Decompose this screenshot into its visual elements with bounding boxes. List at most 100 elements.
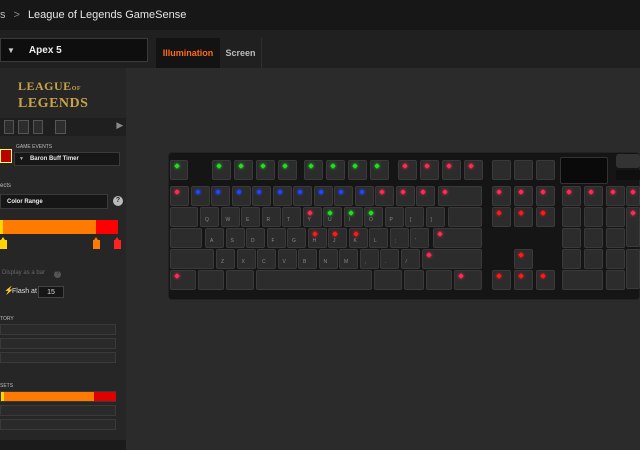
key-home-row[interactable]: D (246, 228, 265, 248)
color-stop-marker[interactable] (114, 237, 121, 249)
key-home-row[interactable]: A (205, 228, 224, 248)
key-number[interactable] (375, 186, 394, 206)
key-win[interactable] (198, 270, 224, 290)
key-space[interactable] (256, 270, 372, 290)
history-row[interactable] (0, 352, 116, 363)
history-row[interactable] (0, 338, 116, 349)
key-enter[interactable] (433, 228, 482, 248)
key-f11[interactable] (442, 160, 461, 180)
key-u[interactable]: U (323, 207, 342, 227)
key-number[interactable] (395, 186, 415, 206)
key-numpad[interactable] (584, 186, 603, 206)
key-shift-row[interactable]: / (400, 249, 420, 269)
key-q[interactable]: Q (200, 207, 219, 227)
key-numpad[interactable] (584, 249, 603, 269)
tab-illumination[interactable]: Illumination (156, 38, 220, 68)
key-f1[interactable] (212, 160, 231, 180)
key-number[interactable] (334, 186, 353, 206)
volume-roller[interactable] (616, 154, 640, 168)
key-y[interactable]: Y (302, 207, 322, 227)
key-up[interactable] (514, 249, 533, 269)
key-caps[interactable] (170, 228, 202, 248)
key-backspace[interactable] (438, 186, 482, 206)
key-number[interactable] (231, 186, 251, 206)
key-i[interactable]: I (343, 207, 363, 227)
key-home-row[interactable]: L (369, 228, 388, 248)
key-numpad[interactable] (584, 228, 603, 248)
key-numpad[interactable] (562, 228, 581, 248)
key-shift-row[interactable]: . (380, 249, 399, 269)
undo-icon[interactable] (54, 120, 67, 134)
key-end[interactable] (514, 207, 533, 227)
key-pause[interactable] (536, 160, 555, 180)
key-numpad[interactable] (562, 207, 581, 227)
key-delete[interactable] (492, 207, 511, 227)
key-home-row[interactable]: G (287, 228, 306, 248)
key-number[interactable] (170, 186, 189, 206)
key-tab[interactable] (170, 207, 198, 227)
key-numpad[interactable] (584, 207, 603, 227)
key-right[interactable] (536, 270, 555, 290)
key-t[interactable]: T (282, 207, 301, 227)
key-f3[interactable] (256, 160, 275, 180)
key-pagedown[interactable] (536, 207, 555, 227)
key-][interactable]: ] (425, 207, 445, 227)
key-r[interactable]: R (261, 207, 281, 227)
key-numpad[interactable] (562, 186, 581, 206)
preset-slot[interactable] (0, 405, 116, 416)
key-number[interactable] (252, 186, 271, 206)
key-[[interactable]: [ (405, 207, 424, 227)
key-number[interactable] (313, 186, 333, 206)
key-f9[interactable] (398, 160, 417, 180)
key-insert[interactable] (492, 186, 511, 206)
key-numpad[interactable] (562, 249, 581, 269)
key-number[interactable] (211, 186, 230, 206)
display-as-bar-label[interactable]: Display as a bar (2, 270, 45, 276)
key-number[interactable] (354, 186, 374, 206)
select-tool-icon[interactable] (4, 120, 15, 134)
key-e[interactable]: E (241, 207, 260, 227)
game-event-select[interactable]: ▼ Baron Buff Timer (14, 152, 120, 166)
key-numpad[interactable] (606, 207, 625, 227)
key-shift-row[interactable]: X (236, 249, 256, 269)
key-print[interactable] (492, 160, 511, 180)
key-left[interactable] (492, 270, 511, 290)
key-number[interactable] (272, 186, 292, 206)
key-o[interactable]: O (364, 207, 383, 227)
key-rctrl[interactable] (454, 270, 482, 290)
key-home-row[interactable]: ; (389, 228, 409, 248)
key-pageup[interactable] (536, 186, 555, 206)
key-f10[interactable] (420, 160, 439, 180)
key-home-row[interactable]: ' (410, 228, 429, 248)
preset-color-range[interactable] (0, 391, 116, 402)
key-f4[interactable] (278, 160, 297, 180)
key-numpad-enter[interactable] (626, 249, 640, 289)
key-shift-row[interactable]: Z (216, 249, 235, 269)
key-home-row[interactable]: J (328, 228, 347, 248)
key-home-row[interactable]: F (266, 228, 286, 248)
key-shift-row[interactable]: M (339, 249, 358, 269)
color-stop-marker[interactable] (93, 237, 100, 249)
key-lalt[interactable] (226, 270, 254, 290)
key-lshift[interactable] (170, 249, 214, 269)
key-numpad[interactable] (626, 186, 640, 206)
key-down[interactable] (514, 270, 533, 290)
key-numpad-plus[interactable] (626, 207, 640, 247)
key-f6[interactable] (326, 160, 345, 180)
key-numpad-0[interactable] (562, 270, 603, 290)
help-icon[interactable]: ? (113, 196, 123, 206)
key-rwin[interactable] (404, 270, 424, 290)
magic-wand-icon[interactable] (32, 120, 43, 134)
key-menu[interactable] (426, 270, 452, 290)
help-icon[interactable]: ? (54, 271, 61, 278)
key-w[interactable]: W (220, 207, 240, 227)
breadcrumb-prev-link[interactable]: s (0, 9, 6, 21)
history-row[interactable] (0, 324, 116, 335)
key-home-row[interactable]: H (307, 228, 327, 248)
color-range-bar[interactable] (0, 220, 118, 234)
key-home[interactable] (514, 186, 533, 206)
key-numpad-dot[interactable] (606, 270, 625, 290)
key-f2[interactable] (234, 160, 253, 180)
tab-screen[interactable]: Screen (220, 38, 262, 68)
key-shift-row[interactable]: B (298, 249, 317, 269)
